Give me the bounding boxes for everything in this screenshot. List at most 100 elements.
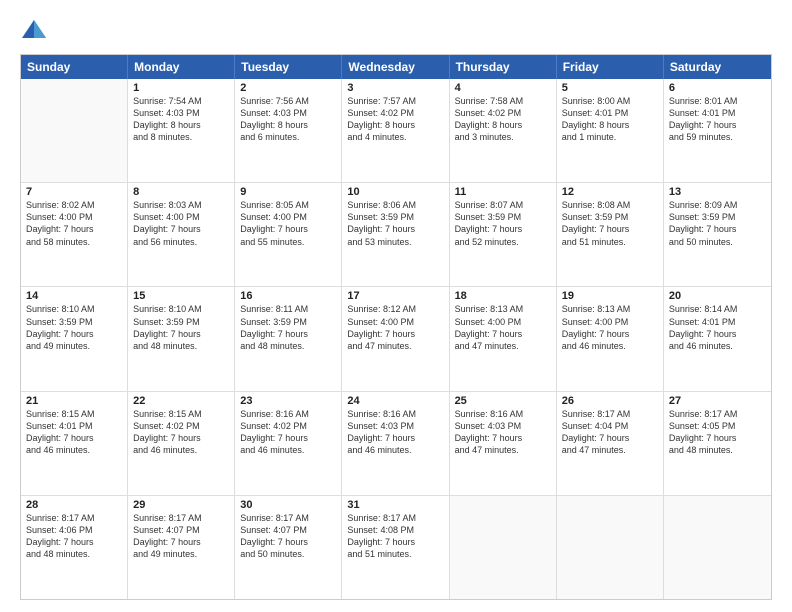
cell-line: Sunset: 4:05 PM xyxy=(669,420,766,432)
cell-line: Sunrise: 8:12 AM xyxy=(347,303,443,315)
day-number: 29 xyxy=(133,499,229,511)
cell-line: Daylight: 7 hours xyxy=(347,328,443,340)
day-number: 8 xyxy=(133,186,229,198)
calendar-cell: 26Sunrise: 8:17 AMSunset: 4:04 PMDayligh… xyxy=(557,392,664,495)
calendar-cell: 29Sunrise: 8:17 AMSunset: 4:07 PMDayligh… xyxy=(128,496,235,599)
calendar-cell: 11Sunrise: 8:07 AMSunset: 3:59 PMDayligh… xyxy=(450,183,557,286)
cell-line: Daylight: 7 hours xyxy=(240,432,336,444)
calendar-cell: 5Sunrise: 8:00 AMSunset: 4:01 PMDaylight… xyxy=(557,79,664,182)
cell-line: Sunset: 4:01 PM xyxy=(669,107,766,119)
cell-line: Sunset: 3:59 PM xyxy=(240,316,336,328)
cell-line: Sunset: 4:01 PM xyxy=(562,107,658,119)
cell-line: Sunrise: 8:13 AM xyxy=(562,303,658,315)
calendar-cell: 19Sunrise: 8:13 AMSunset: 4:00 PMDayligh… xyxy=(557,287,664,390)
day-number: 16 xyxy=(240,290,336,302)
cell-line: Daylight: 8 hours xyxy=(455,119,551,131)
cell-line: Sunset: 4:00 PM xyxy=(26,211,122,223)
calendar-cell: 25Sunrise: 8:16 AMSunset: 4:03 PMDayligh… xyxy=(450,392,557,495)
cell-line: Sunrise: 8:06 AM xyxy=(347,199,443,211)
cell-line: and 49 minutes. xyxy=(133,548,229,560)
cell-line: and 47 minutes. xyxy=(347,340,443,352)
day-number: 19 xyxy=(562,290,658,302)
cell-line: Sunset: 4:06 PM xyxy=(26,524,122,536)
cell-line: Sunset: 4:07 PM xyxy=(240,524,336,536)
calendar-cell xyxy=(21,79,128,182)
cell-line: Daylight: 7 hours xyxy=(562,223,658,235)
cell-line: Sunset: 3:59 PM xyxy=(26,316,122,328)
cell-line: Daylight: 8 hours xyxy=(347,119,443,131)
day-number: 23 xyxy=(240,395,336,407)
calendar-cell: 7Sunrise: 8:02 AMSunset: 4:00 PMDaylight… xyxy=(21,183,128,286)
calendar-header-tuesday: Tuesday xyxy=(235,55,342,79)
cell-line: and 50 minutes. xyxy=(669,236,766,248)
cell-line: and 50 minutes. xyxy=(240,548,336,560)
cell-line: and 47 minutes. xyxy=(455,340,551,352)
cell-line: and 48 minutes. xyxy=(240,340,336,352)
cell-line: Sunrise: 8:02 AM xyxy=(26,199,122,211)
calendar-cell: 8Sunrise: 8:03 AMSunset: 4:00 PMDaylight… xyxy=(128,183,235,286)
calendar-cell: 1Sunrise: 7:54 AMSunset: 4:03 PMDaylight… xyxy=(128,79,235,182)
day-number: 27 xyxy=(669,395,766,407)
cell-line: Sunset: 4:00 PM xyxy=(240,211,336,223)
cell-line: Sunrise: 8:17 AM xyxy=(669,408,766,420)
day-number: 2 xyxy=(240,82,336,94)
calendar-cell: 9Sunrise: 8:05 AMSunset: 4:00 PMDaylight… xyxy=(235,183,342,286)
cell-line: and 51 minutes. xyxy=(347,548,443,560)
cell-line: Sunset: 4:00 PM xyxy=(455,316,551,328)
day-number: 14 xyxy=(26,290,122,302)
cell-line: and 55 minutes. xyxy=(240,236,336,248)
cell-line: and 47 minutes. xyxy=(455,444,551,456)
calendar-cell: 22Sunrise: 8:15 AMSunset: 4:02 PMDayligh… xyxy=(128,392,235,495)
calendar-cell: 13Sunrise: 8:09 AMSunset: 3:59 PMDayligh… xyxy=(664,183,771,286)
calendar: SundayMondayTuesdayWednesdayThursdayFrid… xyxy=(20,54,772,600)
cell-line: Sunset: 4:08 PM xyxy=(347,524,443,536)
cell-line: Sunrise: 8:11 AM xyxy=(240,303,336,315)
calendar-body: 1Sunrise: 7:54 AMSunset: 4:03 PMDaylight… xyxy=(21,79,771,599)
day-number: 5 xyxy=(562,82,658,94)
cell-line: Daylight: 7 hours xyxy=(240,328,336,340)
cell-line: Daylight: 7 hours xyxy=(562,432,658,444)
cell-line: Sunrise: 8:15 AM xyxy=(26,408,122,420)
cell-line: and 3 minutes. xyxy=(455,131,551,143)
cell-line: Sunset: 4:01 PM xyxy=(669,316,766,328)
cell-line: and 56 minutes. xyxy=(133,236,229,248)
cell-line: Daylight: 8 hours xyxy=(240,119,336,131)
cell-line: Sunrise: 8:14 AM xyxy=(669,303,766,315)
calendar-cell: 17Sunrise: 8:12 AMSunset: 4:00 PMDayligh… xyxy=(342,287,449,390)
cell-line: Daylight: 7 hours xyxy=(455,328,551,340)
cell-line: Sunset: 3:59 PM xyxy=(133,316,229,328)
calendar-header-row: SundayMondayTuesdayWednesdayThursdayFrid… xyxy=(21,55,771,79)
cell-line: Daylight: 7 hours xyxy=(562,328,658,340)
calendar-cell: 27Sunrise: 8:17 AMSunset: 4:05 PMDayligh… xyxy=(664,392,771,495)
calendar-header-wednesday: Wednesday xyxy=(342,55,449,79)
cell-line: Sunrise: 8:17 AM xyxy=(562,408,658,420)
cell-line: Daylight: 7 hours xyxy=(347,432,443,444)
cell-line: Sunset: 3:59 PM xyxy=(347,211,443,223)
cell-line: Daylight: 7 hours xyxy=(26,432,122,444)
cell-line: and 48 minutes. xyxy=(669,444,766,456)
day-number: 24 xyxy=(347,395,443,407)
day-number: 6 xyxy=(669,82,766,94)
calendar-week-4: 28Sunrise: 8:17 AMSunset: 4:06 PMDayligh… xyxy=(21,496,771,599)
cell-line: and 1 minute. xyxy=(562,131,658,143)
calendar-cell: 3Sunrise: 7:57 AMSunset: 4:02 PMDaylight… xyxy=(342,79,449,182)
cell-line: Daylight: 7 hours xyxy=(669,328,766,340)
cell-line: Sunset: 4:02 PM xyxy=(133,420,229,432)
cell-line: Sunrise: 8:16 AM xyxy=(240,408,336,420)
logo xyxy=(20,16,52,44)
cell-line: Sunrise: 8:10 AM xyxy=(26,303,122,315)
cell-line: and 46 minutes. xyxy=(26,444,122,456)
calendar-cell: 16Sunrise: 8:11 AMSunset: 3:59 PMDayligh… xyxy=(235,287,342,390)
calendar-cell: 4Sunrise: 7:58 AMSunset: 4:02 PMDaylight… xyxy=(450,79,557,182)
cell-line: Daylight: 7 hours xyxy=(669,223,766,235)
cell-line: Sunrise: 7:56 AM xyxy=(240,95,336,107)
cell-line: and 46 minutes. xyxy=(133,444,229,456)
day-number: 12 xyxy=(562,186,658,198)
cell-line: Sunrise: 8:17 AM xyxy=(347,512,443,524)
calendar-header-thursday: Thursday xyxy=(450,55,557,79)
cell-line: Daylight: 7 hours xyxy=(26,223,122,235)
calendar-cell: 31Sunrise: 8:17 AMSunset: 4:08 PMDayligh… xyxy=(342,496,449,599)
day-number: 9 xyxy=(240,186,336,198)
cell-line: Sunrise: 8:03 AM xyxy=(133,199,229,211)
calendar-cell: 24Sunrise: 8:16 AMSunset: 4:03 PMDayligh… xyxy=(342,392,449,495)
